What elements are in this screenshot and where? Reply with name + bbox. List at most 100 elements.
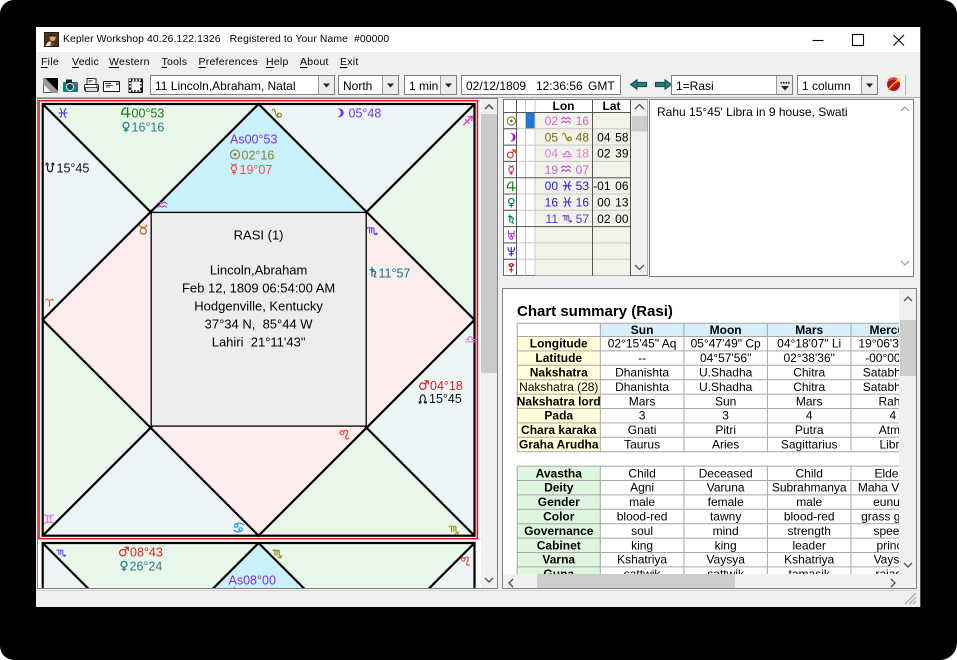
svg-text:Varna: Varna bbox=[542, 553, 575, 567]
svg-text:Lahiri 21°11'43": Lahiri 21°11'43" bbox=[212, 335, 306, 350]
svg-text:male: male bbox=[629, 495, 655, 509]
svg-text:Sagittarius: Sagittarius bbox=[781, 438, 838, 452]
svg-text:04: 04 bbox=[545, 147, 559, 161]
svg-text:strength: strength bbox=[788, 524, 831, 538]
svg-text:4: 4 bbox=[806, 409, 813, 423]
svg-text:RASI (1): RASI (1) bbox=[234, 228, 284, 243]
svg-text:02°38'36": 02°38'36" bbox=[783, 351, 834, 365]
svg-text:05°47'49" Cp: 05°47'49" Cp bbox=[691, 337, 761, 351]
svg-text:Dhanishta: Dhanishta bbox=[615, 366, 669, 380]
svg-text:08°43: 08°43 bbox=[130, 546, 163, 560]
svg-text:06: 06 bbox=[615, 179, 629, 193]
svg-text:04°18'07" Li: 04°18'07" Li bbox=[777, 337, 841, 351]
svg-text:blood-red: blood-red bbox=[784, 510, 835, 524]
svg-text:Pitri: Pitri bbox=[715, 423, 736, 437]
svg-text:Deceased: Deceased bbox=[699, 466, 753, 480]
svg-text:48: 48 bbox=[576, 130, 590, 144]
svg-text:blood-red: blood-red bbox=[617, 510, 668, 524]
svg-text:Sun: Sun bbox=[631, 323, 654, 337]
svg-text:39: 39 bbox=[615, 147, 629, 161]
svg-text:Aries: Aries bbox=[712, 438, 739, 452]
svg-text:05: 05 bbox=[545, 130, 559, 144]
svg-text:Child: Child bbox=[628, 466, 655, 480]
svg-text:07: 07 bbox=[576, 163, 590, 177]
svg-text:Mars: Mars bbox=[795, 323, 823, 337]
svg-text:Subrahmanya: Subrahmanya bbox=[772, 481, 847, 495]
svg-text:tawny: tawny bbox=[710, 510, 741, 524]
svg-text:00: 00 bbox=[545, 179, 559, 193]
svg-text:11: 11 bbox=[546, 212, 559, 226]
svg-text:U.Shadha: U.Shadha bbox=[699, 380, 753, 394]
svg-text:Chitra: Chitra bbox=[793, 366, 825, 380]
svg-text:15°45: 15°45 bbox=[429, 392, 462, 406]
svg-text:19: 19 bbox=[545, 163, 559, 177]
svg-text:04°18: 04°18 bbox=[430, 379, 463, 393]
svg-text:16: 16 bbox=[576, 196, 590, 210]
svg-text:02: 02 bbox=[545, 114, 559, 128]
svg-text:Longitude: Longitude bbox=[530, 337, 588, 351]
svg-text:Governance: Governance bbox=[524, 524, 594, 538]
svg-text:00: 00 bbox=[597, 196, 611, 210]
svg-text:Mars: Mars bbox=[629, 394, 656, 408]
svg-text:Chara karaka: Chara karaka bbox=[521, 423, 597, 437]
svg-text:58: 58 bbox=[615, 130, 629, 144]
svg-text:04°57'56": 04°57'56" bbox=[700, 351, 751, 365]
svg-text:Moon: Moon bbox=[710, 323, 742, 337]
svg-text:--: -- bbox=[638, 351, 646, 365]
svg-text:Lincoln,Abraham: Lincoln,Abraham bbox=[210, 263, 308, 278]
svg-text:Taurus: Taurus bbox=[624, 438, 660, 452]
svg-text:16: 16 bbox=[545, 196, 559, 210]
svg-text:Child: Child bbox=[796, 466, 823, 480]
svg-text:female: female bbox=[708, 495, 744, 509]
svg-text:Dhanishta: Dhanishta bbox=[615, 380, 669, 394]
svg-text:Latitude: Latitude bbox=[535, 351, 582, 365]
svg-text:4: 4 bbox=[889, 409, 896, 423]
svg-text:Nakshatra (28): Nakshatra (28) bbox=[519, 380, 598, 394]
svg-text:soul: soul bbox=[631, 524, 653, 538]
svg-text:00: 00 bbox=[615, 212, 629, 226]
svg-text:U.Shadha: U.Shadha bbox=[699, 366, 753, 380]
svg-text:Deity: Deity bbox=[544, 481, 574, 495]
svg-text:As08°00: As08°00 bbox=[229, 574, 276, 588]
svg-text:Avastha: Avastha bbox=[536, 466, 583, 480]
svg-text:Agni: Agni bbox=[630, 481, 654, 495]
svg-text:Nakshatra lord: Nakshatra lord bbox=[517, 394, 601, 408]
svg-text:04: 04 bbox=[597, 130, 611, 144]
svg-text:00°53: 00°53 bbox=[132, 107, 165, 121]
svg-text:57: 57 bbox=[576, 212, 590, 226]
svg-text:Kshatriya: Kshatriya bbox=[617, 553, 667, 567]
svg-text:Color: Color bbox=[543, 510, 575, 524]
svg-text:Pada: Pada bbox=[544, 409, 573, 423]
svg-text:05°48: 05°48 bbox=[349, 107, 382, 121]
svg-text:Cabinet: Cabinet bbox=[537, 538, 581, 552]
svg-text:13: 13 bbox=[615, 196, 629, 210]
svg-text:Kshatriya: Kshatriya bbox=[784, 553, 834, 567]
svg-text:-01: -01 bbox=[593, 179, 611, 193]
svg-text:Gnati: Gnati bbox=[628, 423, 657, 437]
svg-text:mind: mind bbox=[713, 524, 739, 538]
svg-text:Mars: Mars bbox=[796, 394, 823, 408]
svg-text:11°57: 11°57 bbox=[379, 267, 411, 281]
svg-text:Lat: Lat bbox=[603, 99, 621, 113]
svg-text:Feb 12, 1809 06:54:00 AM: Feb 12, 1809 06:54:00 AM bbox=[182, 281, 335, 296]
svg-text:Chitra: Chitra bbox=[793, 380, 825, 394]
svg-text:37°34 N, 85°44 W: 37°34 N, 85°44 W bbox=[205, 317, 314, 332]
svg-text:leader: leader bbox=[793, 538, 826, 552]
svg-text:Hodgenville, Kentucky: Hodgenville, Kentucky bbox=[194, 299, 323, 314]
svg-text:Nakshatra: Nakshatra bbox=[530, 366, 588, 380]
svg-text:02: 02 bbox=[597, 212, 611, 226]
svg-text:19°07: 19°07 bbox=[240, 163, 273, 177]
svg-text:Putra: Putra bbox=[795, 423, 824, 437]
svg-text:18: 18 bbox=[576, 147, 590, 161]
svg-text:16°16: 16°16 bbox=[132, 121, 165, 135]
svg-text:king: king bbox=[715, 538, 737, 552]
svg-text:53: 53 bbox=[576, 179, 590, 193]
svg-text:3: 3 bbox=[722, 409, 729, 423]
svg-text:Varuna: Varuna bbox=[707, 481, 745, 495]
svg-text:02: 02 bbox=[597, 147, 611, 161]
svg-text:Sun: Sun bbox=[715, 394, 736, 408]
svg-text:Graha Arudha: Graha Arudha bbox=[519, 438, 599, 452]
svg-text:16: 16 bbox=[576, 114, 590, 128]
svg-text:3: 3 bbox=[639, 409, 646, 423]
svg-text:02°15'45" Aq: 02°15'45" Aq bbox=[608, 337, 677, 351]
